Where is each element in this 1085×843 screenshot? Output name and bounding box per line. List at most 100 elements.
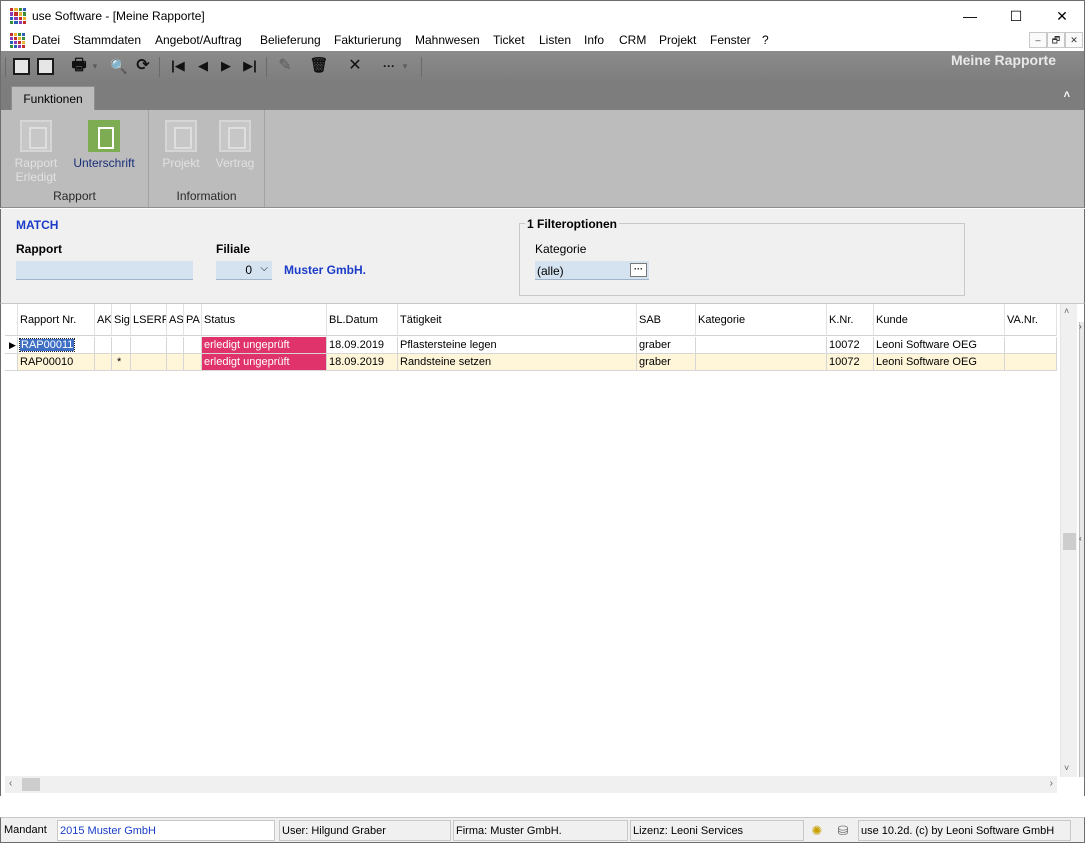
row-header[interactable] [5, 354, 18, 371]
cell-bl-datum[interactable]: 18.09.2019 [327, 354, 398, 371]
more-dropdown-icon[interactable]: ▾ [401, 55, 409, 77]
menu-fenster[interactable]: Fenster [710, 33, 751, 47]
cell-k-nr[interactable]: 10072 [827, 337, 874, 354]
cell-as[interactable] [167, 354, 184, 371]
column-header-status[interactable]: Status [202, 304, 327, 336]
cell-k-nr[interactable]: 10072 [827, 354, 874, 371]
menu-listen[interactable]: Listen [539, 33, 571, 47]
print-dropdown-icon[interactable]: ▾ [91, 55, 99, 77]
more-icon[interactable]: ··· [379, 55, 399, 77]
column-header-lserf[interactable]: LSERF [131, 304, 167, 336]
next-record-icon[interactable]: ▶ [216, 55, 236, 77]
vertical-scroll-thumb[interactable] [1063, 533, 1076, 550]
mdi-close-button[interactable]: ✕ [1065, 32, 1083, 48]
cell-sig[interactable] [112, 337, 131, 354]
column-header-pa[interactable]: PA [184, 304, 202, 336]
cell-bl-datum[interactable]: 18.09.2019 [327, 337, 398, 354]
menu-angebot-auftrag[interactable]: Angebot/Auftrag [155, 33, 242, 47]
cell-taetigkeit[interactable]: Pflastersteine legen [398, 337, 637, 354]
menu-projekt[interactable]: Projekt [659, 33, 696, 47]
cell-kunde[interactable]: Leoni Software OEG [874, 354, 1005, 371]
scroll-left-icon[interactable]: ‹ [9, 778, 12, 789]
column-header-bl-datum[interactable]: BL.Datum [327, 304, 398, 336]
maximize-button[interactable]: ☐ [993, 1, 1039, 31]
close-button[interactable]: ✕ [1039, 1, 1085, 31]
mdi-logo-icon[interactable] [10, 33, 25, 48]
cell-sab[interactable]: graber [637, 337, 696, 354]
cell-pa[interactable] [184, 337, 202, 354]
panel-splitter[interactable]: › ‹ [1079, 322, 1084, 777]
previous-record-icon[interactable]: ◀ [193, 55, 213, 77]
filiale-select[interactable]: 0 ⌵ [216, 261, 272, 280]
cell-va-nr[interactable] [1005, 337, 1057, 354]
row-header[interactable] [5, 337, 18, 354]
mdi-restore-button[interactable]: 🗗 [1047, 32, 1065, 48]
column-header-as[interactable]: AS [167, 304, 184, 336]
cell-lserf[interactable] [131, 337, 167, 354]
splitter-arrow-icon[interactable]: › [1079, 322, 1082, 331]
edit-icon[interactable]: ✎ [275, 55, 295, 77]
cell-rapport-nr[interactable]: RAP00011 [18, 337, 95, 354]
column-header-sab[interactable]: SAB [637, 304, 696, 336]
cell-taetigkeit[interactable]: Randsteine setzen [398, 354, 637, 371]
cell-va-nr[interactable] [1005, 354, 1057, 371]
menu-crm[interactable]: CRM [619, 33, 646, 47]
first-record-icon[interactable]: |◀ [168, 55, 188, 77]
menu-help[interactable]: ? [762, 33, 769, 47]
cell-rapport-nr[interactable]: RAP00010 [18, 354, 95, 371]
vertrag-button[interactable]: Vertrag [213, 120, 257, 170]
column-header-sig[interactable]: Sig [112, 304, 131, 336]
tab-funktionen[interactable]: Funktionen [11, 86, 95, 111]
cell-as[interactable] [167, 337, 184, 354]
unterschrift-button[interactable]: Unterschrift [71, 120, 137, 170]
refresh-icon[interactable]: ⟳ [133, 55, 153, 77]
kategorie-lookup-button[interactable]: ··· [630, 263, 647, 277]
menu-mahnwesen[interactable]: Mahnwesen [415, 33, 480, 47]
horizontal-scroll-thumb[interactable] [22, 778, 40, 791]
scroll-right-icon[interactable]: › [1050, 778, 1053, 789]
projekt-button[interactable]: Projekt [159, 120, 203, 170]
ribbon-collapse-icon[interactable]: ˄ [1064, 89, 1070, 101]
cell-kategorie[interactable] [696, 354, 827, 371]
splitter-arrow-icon[interactable]: ‹ [1079, 534, 1082, 543]
cell-status[interactable]: erledigt ungeprüft [202, 337, 327, 354]
cell-lserf[interactable] [131, 354, 167, 371]
save-icon[interactable] [37, 58, 54, 75]
cell-sig[interactable]: * [112, 354, 131, 371]
column-header-kategorie[interactable]: Kategorie [696, 304, 827, 336]
column-header-va-nr[interactable]: VA.Nr. [1005, 304, 1057, 336]
menu-info[interactable]: Info [584, 33, 604, 47]
search-icon[interactable]: 🔍 [109, 55, 129, 77]
column-header-taetigkeit[interactable]: Tätigkeit [398, 304, 637, 336]
cell-sab[interactable]: graber [637, 354, 696, 371]
horizontal-scrollbar[interactable]: ‹ › [5, 776, 1057, 793]
cancel-icon[interactable]: ✕ [345, 55, 365, 77]
vertical-scrollbar[interactable]: ˄ ˅ [1060, 304, 1077, 777]
scroll-up-icon[interactable]: ˄ [1064, 306, 1069, 316]
new-icon[interactable] [13, 58, 30, 75]
cell-kategorie[interactable] [696, 337, 827, 354]
cell-status[interactable]: erledigt ungeprüft [202, 354, 327, 371]
column-header-kunde[interactable]: Kunde [874, 304, 1005, 336]
menu-stammdaten[interactable]: Stammdaten [73, 33, 141, 47]
menu-ticket[interactable]: Ticket [493, 33, 525, 47]
menu-belieferung[interactable]: Belieferung [260, 33, 321, 47]
delete-icon[interactable]: 🗑 [309, 55, 329, 77]
cell-kunde[interactable]: Leoni Software OEG [874, 337, 1005, 354]
last-record-icon[interactable]: ▶| [240, 55, 260, 77]
minimize-button[interactable]: — [947, 1, 993, 31]
cell-pa[interactable] [184, 354, 202, 371]
notification-icon[interactable]: ✺ [808, 822, 826, 839]
kategorie-field[interactable]: (alle) ··· [535, 261, 649, 280]
table-row[interactable]: RAP00011 erledigt ungeprüft 18.09.2019 P… [5, 337, 1057, 354]
rapport-search-input[interactable] [16, 261, 193, 280]
cell-ak[interactable] [95, 354, 112, 371]
print-icon[interactable]: 🖶 [69, 55, 89, 77]
mdi-minimize-button[interactable]: – [1029, 32, 1047, 48]
column-header-rapport-nr[interactable]: Rapport Nr. [18, 304, 95, 336]
menu-datei[interactable]: Datei [32, 33, 60, 47]
table-row[interactable]: RAP00010 * erledigt ungeprüft 18.09.2019… [5, 354, 1057, 371]
column-header-k-nr[interactable]: K.Nr. [827, 304, 874, 336]
column-header-ak[interactable]: AK [95, 304, 112, 336]
rapport-erledigt-button[interactable]: Rapport Erledigt [11, 120, 61, 184]
